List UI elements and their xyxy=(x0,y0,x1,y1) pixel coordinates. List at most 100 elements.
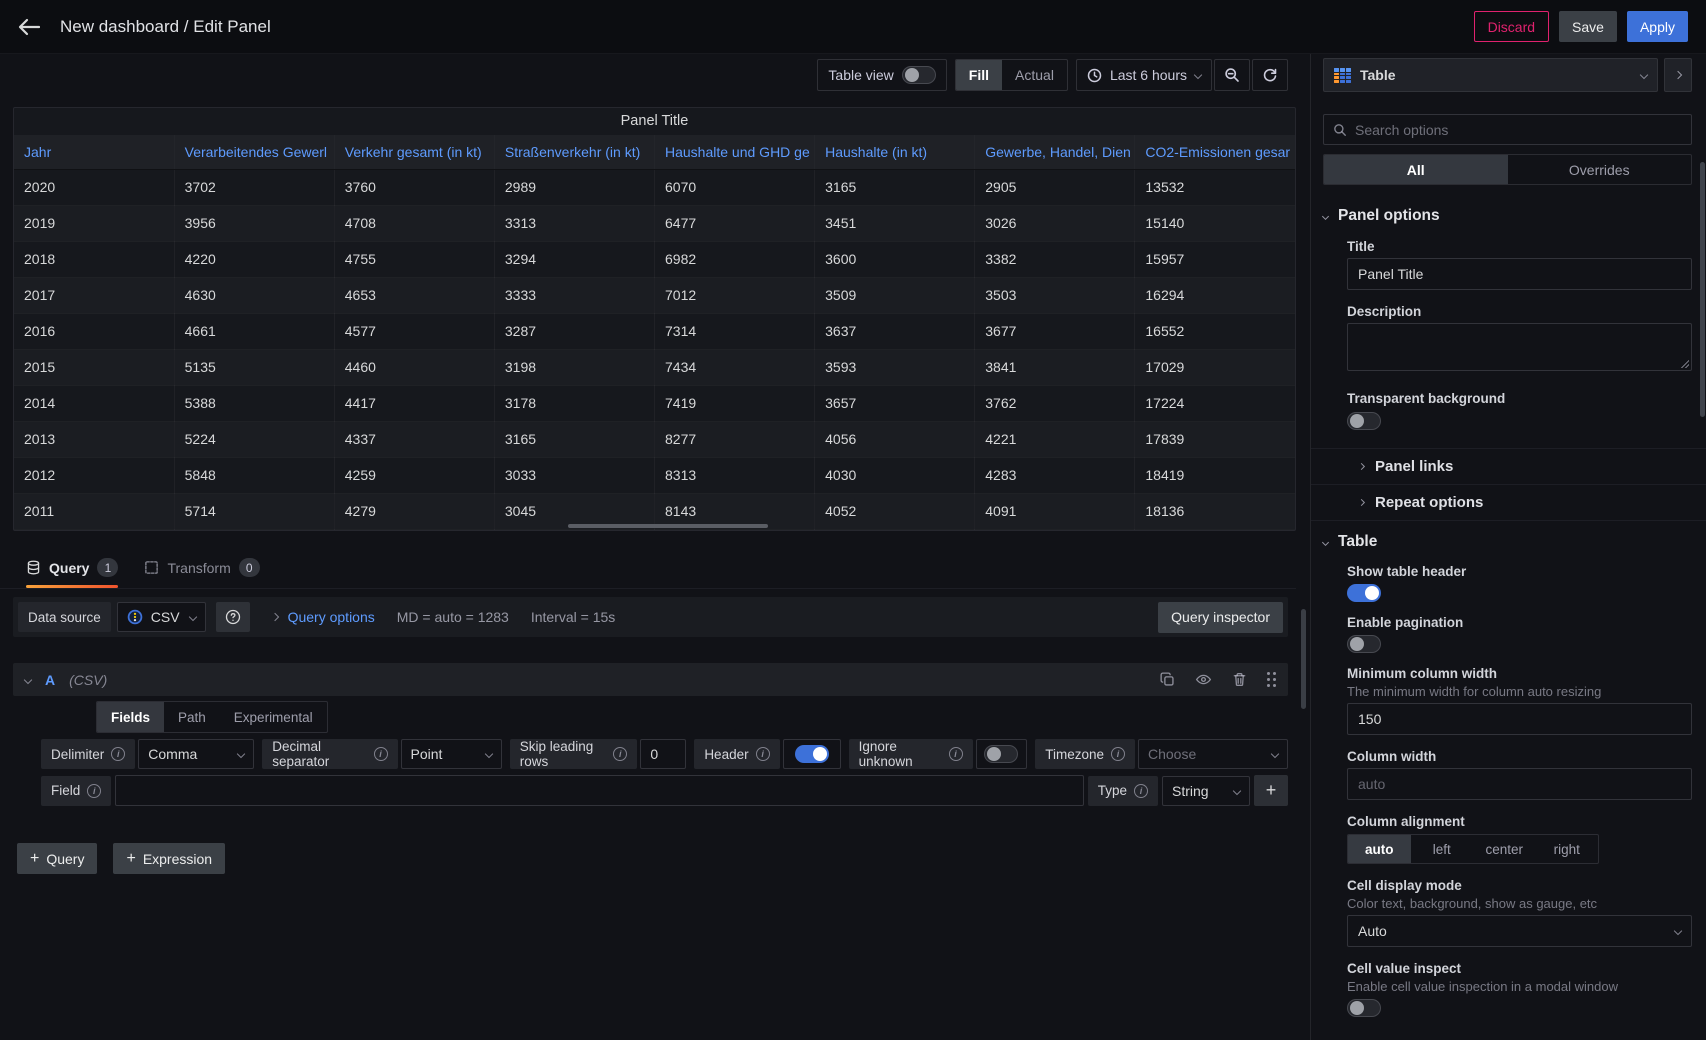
field-name-input[interactable] xyxy=(115,775,1083,806)
datasource-help-button[interactable] xyxy=(216,602,250,632)
timezone-select[interactable]: Choose xyxy=(1138,739,1288,769)
main-scrollbar-thumb[interactable] xyxy=(1301,609,1306,709)
time-range-picker[interactable]: Last 6 hours xyxy=(1076,59,1212,91)
minimum-column-width-input[interactable] xyxy=(1347,703,1692,735)
table-cell: 16552 xyxy=(1135,313,1295,349)
table-cell: 5135 xyxy=(174,349,334,385)
duplicate-query-icon[interactable] xyxy=(1160,672,1175,687)
visualization-picker[interactable]: Table xyxy=(1323,58,1658,92)
alignment-option-left[interactable]: left xyxy=(1411,835,1474,863)
table-cell: 2020 xyxy=(14,169,174,205)
repeat-options-section[interactable]: Repeat options xyxy=(1311,484,1706,520)
alignment-option-center[interactable]: center xyxy=(1473,835,1536,863)
header-label: Header xyxy=(704,747,748,762)
table-cell: 3760 xyxy=(334,169,494,205)
panel-horizontal-scrollbar[interactable] xyxy=(568,524,768,528)
save-button[interactable]: Save xyxy=(1559,11,1617,42)
tab-path[interactable]: Path xyxy=(164,702,220,732)
table-cell: 4220 xyxy=(174,241,334,277)
options-search-input[interactable] xyxy=(1355,122,1682,138)
tab-query[interactable]: Query 1 xyxy=(26,547,118,588)
table-header-label: Table xyxy=(1338,533,1377,551)
add-field-button[interactable]: + xyxy=(1254,775,1288,806)
display-mode-actual[interactable]: Actual xyxy=(1002,60,1067,90)
table-header-cell[interactable]: Verarbeitendes Gewerl xyxy=(174,135,334,169)
tab-experimental[interactable]: Experimental xyxy=(220,702,327,732)
table-header-cell[interactable]: CO2-Emissionen gesar xyxy=(1135,135,1295,169)
panel-options-section-header[interactable]: Panel options xyxy=(1323,207,1692,225)
cell-value-inspect-desc: Enable cell value inspection in a modal … xyxy=(1347,979,1692,994)
display-mode-fill[interactable]: Fill xyxy=(956,60,1002,90)
query-ref-id: A xyxy=(45,672,55,688)
delete-query-trash-icon[interactable] xyxy=(1232,672,1247,687)
interval-text: Interval = 15s xyxy=(531,609,615,625)
decimal-separator-label: Decimal separator xyxy=(272,739,366,769)
table-cell: 3600 xyxy=(815,241,975,277)
breadcrumb[interactable]: New dashboard / Edit Panel xyxy=(60,17,271,37)
tab-overrides[interactable]: Overrides xyxy=(1508,155,1692,184)
show-table-header-toggle[interactable] xyxy=(1347,584,1381,602)
transparent-background-toggle[interactable] xyxy=(1347,412,1381,430)
table-cell: 3677 xyxy=(975,313,1135,349)
alignment-option-right[interactable]: right xyxy=(1536,835,1599,863)
field-type-select[interactable]: String xyxy=(1162,776,1250,806)
timezone-placeholder: Choose xyxy=(1148,746,1196,762)
collapse-options-pane-button[interactable] xyxy=(1664,58,1692,92)
tab-fields[interactable]: Fields xyxy=(97,702,164,732)
table-cell: 3509 xyxy=(815,277,975,313)
alignment-option-auto[interactable]: auto xyxy=(1348,835,1411,863)
table-cell: 15957 xyxy=(1135,241,1295,277)
table-header-cell[interactable]: Gewerbe, Handel, Dien xyxy=(975,135,1135,169)
column-width-input[interactable] xyxy=(1347,768,1692,800)
hide-query-eye-icon[interactable] xyxy=(1195,672,1212,687)
table-cell: 7419 xyxy=(655,385,815,421)
table-view-control: Table view xyxy=(817,59,946,91)
panel-links-section[interactable]: Panel links xyxy=(1311,448,1706,484)
collapse-chevron-icon[interactable] xyxy=(24,675,32,683)
tab-transform[interactable]: Transform 0 xyxy=(144,547,259,588)
ignore-unknown-label: Ignore unknown xyxy=(859,739,942,769)
skip-leading-rows-input[interactable] xyxy=(640,739,686,769)
table-cell: 3294 xyxy=(494,241,654,277)
panel-title-input[interactable] xyxy=(1347,258,1692,290)
resize-handle-icon[interactable] xyxy=(1679,358,1689,368)
table-row: 201746304653333370123509350316294 xyxy=(14,277,1295,313)
add-expression-button[interactable]: +Expression xyxy=(113,843,225,874)
back-arrow-icon[interactable] xyxy=(18,18,40,36)
info-icon xyxy=(1134,784,1148,798)
table-header-cell[interactable]: Straßenverkehr (in kt) xyxy=(494,135,654,169)
datasource-select[interactable]: CSV xyxy=(117,602,206,632)
decimal-separator-select[interactable]: Point xyxy=(401,739,502,769)
drag-handle-icon[interactable] xyxy=(1267,672,1276,687)
table-header-cell[interactable]: Haushalte (in kt) xyxy=(815,135,975,169)
table-header-cell[interactable]: Jahr xyxy=(14,135,174,169)
clock-icon xyxy=(1087,68,1102,83)
cell-value-inspect-toggle[interactable] xyxy=(1347,999,1381,1017)
discard-button[interactable]: Discard xyxy=(1474,11,1549,42)
refresh-button[interactable] xyxy=(1252,59,1288,91)
delimiter-select[interactable]: Comma xyxy=(138,739,254,769)
zoom-out-button[interactable] xyxy=(1214,59,1250,91)
sidebar-scrollbar-thumb[interactable] xyxy=(1700,162,1705,417)
cell-display-mode-select[interactable]: Auto xyxy=(1347,915,1692,947)
options-search[interactable] xyxy=(1323,114,1692,145)
query-options-link[interactable]: Query options xyxy=(288,609,375,625)
table-header-cell[interactable]: Haushalte und GHD ge xyxy=(655,135,815,169)
table-header-cell[interactable]: Verkehr gesamt (in kt) xyxy=(334,135,494,169)
table-view-toggle[interactable] xyxy=(902,66,936,84)
tab-all[interactable]: All xyxy=(1324,155,1508,184)
query-inspector-button[interactable]: Query inspector xyxy=(1158,602,1283,633)
table-cell: 17224 xyxy=(1135,385,1295,421)
query-row-header[interactable]: A (CSV) xyxy=(13,663,1288,696)
table-section-header[interactable]: Table xyxy=(1323,533,1692,551)
ignore-unknown-toggle[interactable] xyxy=(984,745,1018,763)
enable-pagination-toggle[interactable] xyxy=(1347,635,1381,653)
panel-options-header-label: Panel options xyxy=(1338,207,1440,225)
apply-button[interactable]: Apply xyxy=(1627,11,1688,42)
description-textarea[interactable] xyxy=(1347,323,1692,371)
panel-toolbar: Table view Fill Actual Last 6 hours xyxy=(0,58,1310,92)
show-table-header-label: Show table header xyxy=(1347,564,1692,579)
table-cell: 3382 xyxy=(975,241,1135,277)
header-toggle[interactable] xyxy=(795,745,829,763)
add-query-button[interactable]: +Query xyxy=(17,843,97,874)
